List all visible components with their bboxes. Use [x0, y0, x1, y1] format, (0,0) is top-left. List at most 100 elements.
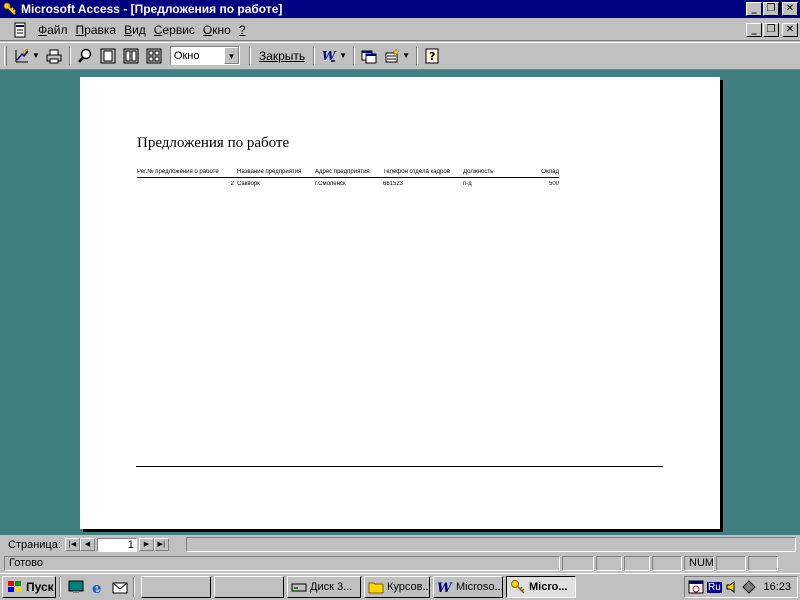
cell-position: п-д [463, 181, 472, 187]
menu-tools[interactable]: Сервис [150, 23, 199, 37]
drive-icon [291, 583, 307, 592]
clock[interactable]: 16:23 [763, 581, 791, 593]
toolbar-separator [415, 45, 418, 66]
menu-file[interactable]: Файл [34, 23, 72, 37]
page-footer-line [136, 466, 663, 467]
restore-button[interactable]: ❐ [763, 2, 779, 16]
status-panel [748, 555, 778, 571]
chevron-down-icon[interactable]: ▼ [32, 51, 40, 60]
scheduler-icon[interactable] [688, 579, 704, 595]
column-header: Название предприятия [237, 169, 302, 175]
status-bar: Готово NUM [0, 554, 800, 572]
column-header: Оклад [541, 169, 559, 175]
task-button-empty[interactable] [214, 576, 284, 598]
page-number-input[interactable]: 1 [96, 537, 137, 552]
show-desktop-button[interactable] [66, 577, 86, 597]
svg-text:?: ? [429, 50, 435, 63]
window-title: Microsoft Access - [Предложения по работ… [21, 2, 283, 16]
task-button-disk[interactable]: Диск 3... [287, 576, 361, 598]
page-label: Страница: [8, 538, 61, 551]
num-lock-indicator: NUM [684, 555, 714, 571]
status-panel [652, 555, 682, 571]
column-header: Телефон отдела кадров [383, 169, 450, 175]
taskbar-separator [133, 577, 135, 597]
mail-icon [112, 582, 128, 594]
two-pages-icon [123, 48, 139, 63]
chevron-down-icon[interactable]: ▼ [339, 51, 347, 60]
close-window-button[interactable]: ✕ [782, 2, 798, 16]
chevron-down-icon[interactable]: ▼ [223, 47, 239, 64]
status-panel [562, 555, 594, 571]
access-key-icon [3, 2, 16, 15]
network-icon[interactable] [742, 580, 756, 594]
toolbar-grip[interactable] [4, 45, 7, 66]
prev-page-button[interactable]: ◀ [79, 538, 95, 551]
help-button[interactable]: ? [421, 45, 443, 66]
column-header: Должность [463, 169, 494, 175]
zoom-value: Окно [173, 49, 200, 62]
cell-address: г.Смоленск [315, 181, 346, 187]
first-page-button[interactable]: |◀ [64, 538, 80, 551]
status-panel [716, 555, 746, 571]
language-indicator[interactable]: Ru [707, 581, 722, 593]
toolbar-separator [313, 45, 316, 66]
multiple-pages-button[interactable] [143, 45, 165, 66]
column-header: Рег.№ предложения о работе [137, 169, 219, 175]
task-button-access[interactable]: Micro... [506, 576, 576, 598]
outlook-express-button[interactable] [110, 577, 130, 597]
new-object-button[interactable] [381, 45, 403, 66]
one-page-button[interactable] [97, 45, 119, 66]
database-window-button[interactable] [358, 45, 380, 66]
last-page-button[interactable]: ▶| [153, 538, 169, 551]
database-window-icon [361, 50, 377, 63]
zoom-select[interactable]: Окно ▼ [169, 46, 240, 65]
task-button-word[interactable]: W Microso... [433, 576, 503, 598]
office-links-button[interactable]: W [318, 45, 340, 66]
menu-window[interactable]: Окно [199, 23, 235, 37]
task-button-empty[interactable] [141, 576, 211, 598]
status-panel [624, 555, 650, 571]
svg-text:e: e [92, 579, 102, 595]
preview-workspace: Предложения по работе Рег.№ предложения … [0, 69, 800, 535]
report-row: 2 Сакворк г.Смоленск 661523 п-д 500 [137, 178, 559, 187]
chevron-down-icon[interactable]: ▼ [402, 51, 410, 60]
report-page[interactable]: Предложения по работе Рег.№ предложения … [80, 77, 720, 529]
next-page-button[interactable]: ▶ [138, 538, 154, 551]
start-label: Пуск [26, 580, 54, 594]
menu-view[interactable]: Вид [120, 23, 150, 37]
report-header-row: Рег.№ предложения о работе Название пред… [137, 167, 559, 178]
internet-explorer-button[interactable]: e [88, 577, 108, 597]
report-title: Предложения по работе [137, 135, 290, 151]
printer-icon [46, 49, 62, 63]
page-navigation: Страница: |◀ ◀ 1 ▶ ▶| [0, 536, 800, 553]
view-design-button[interactable] [11, 45, 33, 66]
toolbar-separator [353, 45, 356, 66]
minimize-button[interactable]: _ [746, 2, 762, 16]
help-icon: ? [425, 48, 439, 63]
start-button[interactable]: Пуск [2, 576, 56, 598]
cell-salary: 500 [548, 181, 559, 187]
word-icon: W [437, 581, 453, 595]
doc-close-button[interactable]: ✕ [782, 23, 798, 37]
internet-explorer-icon: e [92, 579, 102, 595]
windows-logo-icon [8, 581, 21, 592]
speaker-icon[interactable] [725, 580, 739, 594]
title-bar[interactable]: Microsoft Access - [Предложения по работ… [0, 0, 800, 18]
toolbar-separator [248, 45, 251, 66]
zoom-button[interactable] [74, 45, 96, 66]
new-object-icon [385, 47, 400, 62]
column-header: Адрес предприятия [315, 169, 370, 175]
document-icon[interactable] [12, 22, 28, 38]
horizontal-scrollbar[interactable] [186, 537, 796, 552]
menu-edit[interactable]: Правка [72, 23, 121, 37]
doc-restore-button[interactable]: ❐ [763, 23, 779, 37]
doc-minimize-button[interactable]: _ [746, 23, 762, 37]
menu-help[interactable]: ? [235, 23, 250, 37]
status-text: Готово [4, 555, 560, 571]
two-pages-button[interactable] [120, 45, 142, 66]
print-button[interactable] [43, 45, 65, 66]
task-button-folder[interactable]: Курсов... [364, 576, 430, 598]
magnifier-icon [77, 48, 92, 63]
close-preview-button[interactable]: Закрыть [254, 45, 310, 66]
cell-company: Сакворк [237, 181, 260, 187]
